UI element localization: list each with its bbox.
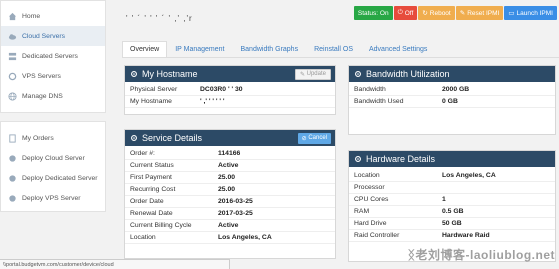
- orders-icon: [7, 133, 17, 143]
- sidebar-item-label: Manage DNS: [22, 92, 63, 100]
- gear-icon: [130, 70, 138, 78]
- tab-bandwidth-graphs[interactable]: Bandwidth Graphs: [232, 41, 306, 58]
- status-badge: Status: On: [353, 6, 393, 20]
- globe-icon: [7, 91, 17, 101]
- hostname-panel: My Hostname ✎ Update Physical Server DC03…: [124, 65, 336, 115]
- sidebar: Home Cloud Servers Dedicated Servers VPS…: [0, 0, 106, 269]
- sidebar-item-label: Deploy Dedicated Server: [22, 174, 98, 182]
- update-button[interactable]: ✎ Update: [294, 68, 331, 80]
- sidebar-item-deploy-cloud-server[interactable]: Deploy Cloud Server: [1, 148, 105, 168]
- info-row: Bandwidth 2000 GB: [349, 84, 555, 96]
- sidebar-item-label: VPS Servers: [22, 72, 61, 80]
- tab-reinstall-os[interactable]: Reinstall OS: [306, 41, 361, 58]
- info-row: Current Billing Cycle Active: [125, 220, 335, 232]
- deploy-dedicated-icon: [7, 173, 17, 183]
- info-row: First Payment 25.00: [125, 172, 335, 184]
- panel-title: My Hostname: [142, 69, 198, 79]
- tab-overview[interactable]: Overview: [122, 41, 168, 58]
- gear-icon: [130, 134, 138, 142]
- info-row: Recurring Cost 25.00: [125, 184, 335, 196]
- cloud-icon: [7, 31, 17, 41]
- sidebar-item-label: Cloud Servers: [22, 32, 66, 40]
- server-actions: Status: On ⏻ Off ↻ Reboot ✎ Reset IPMI ▭ Lau…: [353, 6, 557, 20]
- info-row: Raid Controller Hardware Raid: [349, 230, 555, 242]
- bandwidth-panel: Bandwidth Utilization Bandwidth 2000 GB B…: [348, 65, 556, 135]
- sidebar-item-label: My Orders: [22, 134, 54, 142]
- launch-ipmi-button[interactable]: ▭ Launch IPMI: [504, 6, 557, 20]
- info-row: Current Status Active: [125, 160, 335, 172]
- deploy-cloud-icon: [7, 153, 17, 163]
- sidebar-orders-panel: My Orders Deploy Cloud Server Deploy Ded…: [0, 121, 106, 212]
- vps-icon: [7, 71, 17, 81]
- power-icon: ⏻: [397, 9, 403, 16]
- deploy-vps-icon: [7, 193, 17, 203]
- watermark: ᛝ老刘博客-laoliublog.net: [407, 248, 555, 262]
- info-row: Processor: [349, 182, 555, 194]
- sidebar-item-home[interactable]: Home: [1, 6, 105, 26]
- panel-header: Hardware Details: [349, 151, 555, 167]
- sidebar-item-label: Deploy VPS Server: [22, 194, 81, 202]
- panel-header: My Hostname ✎ Update: [125, 66, 335, 82]
- reboot-button[interactable]: ↻ Reboot: [418, 6, 455, 20]
- info-row: Hard Drive 50 GB: [349, 218, 555, 230]
- info-row: My Hostname ' ,' ' ' ' ' ': [125, 96, 335, 108]
- sidebar-item-deploy-vps-server[interactable]: Deploy VPS Server: [1, 188, 105, 208]
- panel-title: Service Details: [142, 133, 203, 143]
- sidebar-item-manage-dns[interactable]: Manage DNS: [1, 86, 105, 106]
- service-details-panel: Service Details ⊘ Cancel Order #: 114166 …: [124, 129, 336, 259]
- monitor-icon: ▭: [508, 10, 515, 17]
- main-content: ' ' ´ ' ' ' ´ ' ,' ,'r Status: On ⏻ Off ↻…: [112, 0, 559, 269]
- tab-advanced-settings[interactable]: Advanced Settings: [361, 41, 435, 58]
- page-title: ' ' ´ ' ' ' ´ ' ,' ,'r: [126, 14, 193, 23]
- info-row: Order Date 2016-03-25: [125, 196, 335, 208]
- server-icon: [7, 51, 17, 61]
- wrench-icon: ✎: [459, 10, 466, 17]
- sidebar-item-label: Dedicated Servers: [22, 52, 78, 60]
- info-row: Bandwidth Used 0 GB: [349, 96, 555, 108]
- cancel-button[interactable]: ⊘ Cancel: [297, 132, 331, 144]
- browser-status-bar: \\portal.budgetvm.com/customer/device/cl…: [0, 259, 230, 269]
- sidebar-item-dedicated-servers[interactable]: Dedicated Servers: [1, 46, 105, 66]
- sidebar-item-label: Deploy Cloud Server: [22, 154, 85, 162]
- sidebar-item-deploy-dedicated-server[interactable]: Deploy Dedicated Server: [1, 168, 105, 188]
- sidebar-nav-panel: Home Cloud Servers Dedicated Servers VPS…: [0, 0, 106, 113]
- tab-divider: [122, 57, 559, 58]
- sidebar-item-my-orders[interactable]: My Orders: [1, 128, 105, 148]
- info-row: Physical Server DC03R0 ' ' 30: [125, 84, 335, 96]
- info-row: RAM 0.5 GB: [349, 206, 555, 218]
- panel-header: Bandwidth Utilization: [349, 66, 555, 82]
- tab-ip-management[interactable]: IP Management: [167, 41, 232, 58]
- info-row: Order #: 114166: [125, 148, 335, 160]
- panel-title: Bandwidth Utilization: [366, 69, 450, 79]
- refresh-icon: ↻: [422, 10, 428, 17]
- home-icon: [7, 11, 17, 21]
- panel-title: Hardware Details: [366, 154, 436, 164]
- tab-bar: Overview IP Management Bandwidth Graphs …: [122, 41, 435, 58]
- info-row: Location Los Angeles, CA: [125, 232, 335, 244]
- gear-icon: [354, 70, 362, 78]
- sidebar-item-label: Home: [22, 12, 41, 20]
- info-row: Location Los Angeles, CA: [349, 170, 555, 182]
- info-row: CPU Cores 1: [349, 194, 555, 206]
- gear-icon: [354, 155, 362, 163]
- sidebar-item-cloud-servers[interactable]: Cloud Servers: [1, 26, 105, 46]
- reset-ipmi-button[interactable]: ✎ Reset IPMI: [455, 6, 504, 20]
- panel-header: Service Details ⊘ Cancel: [125, 130, 335, 146]
- info-row: Renewal Date 2017-03-25: [125, 208, 335, 220]
- power-off-button[interactable]: ⏻ Off: [393, 6, 418, 20]
- sidebar-item-vps-servers[interactable]: VPS Servers: [1, 66, 105, 86]
